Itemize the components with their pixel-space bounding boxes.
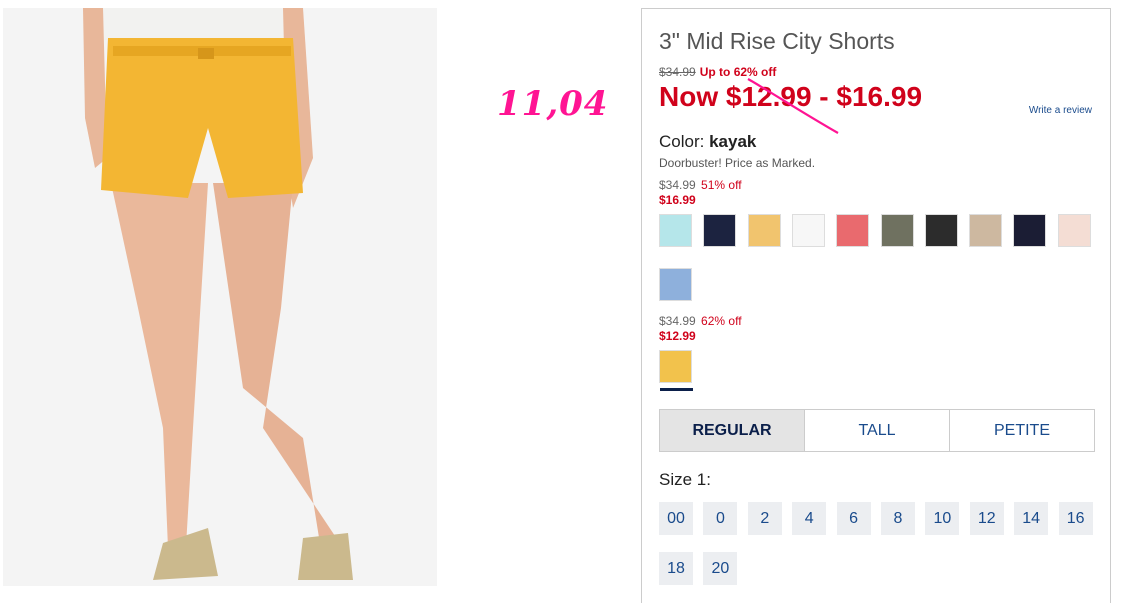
size-option-4[interactable]: 4 [792,502,827,535]
write-review-link[interactable]: Write a review [1029,105,1092,116]
color-label: Color: [659,132,705,151]
tab-tall[interactable]: TALL [804,410,949,451]
group-sale-price: $16.99 [659,193,696,207]
doorbuster-note: Doorbuster! Price as Marked. [659,156,816,170]
product-image [3,8,437,586]
swatch-light-aqua[interactable] [659,214,692,247]
tab-regular[interactable]: REGULAR [660,410,804,451]
original-price: $34.99 [659,65,696,79]
size-option-0[interactable]: 0 [703,502,738,535]
swatch-navy-pineapple[interactable] [703,214,737,247]
swatch-kayak[interactable] [659,350,693,391]
size-option-00[interactable]: 00 [659,502,693,535]
swatch-pink-floral[interactable] [1057,214,1091,247]
price-group-2: $34.99 62% off $12.99 [659,314,742,343]
tab-petite[interactable]: PETITE [949,410,1094,451]
size-option-18[interactable]: 18 [659,552,693,585]
group-discount: 51% off [701,178,742,192]
size-option-8[interactable]: 8 [881,502,915,535]
group-discount: 62% off [701,314,742,328]
size-option-14[interactable]: 14 [1014,502,1049,535]
swatch-sand-yellow[interactable] [747,214,781,247]
size-option-6[interactable]: 6 [836,502,871,535]
size-label: Size 1: [659,470,711,489]
fit-tabs: REGULAR TALL PETITE [659,409,1095,452]
swatch-white[interactable] [791,214,825,247]
product-details-panel: 3" Mid Rise City Shorts $34.99 Up to 62% … [641,8,1111,603]
swatch-blue-floral[interactable] [659,268,692,301]
group-sale-price: $12.99 [659,329,696,343]
swatch-olive[interactable] [880,214,914,247]
group-was-price: $34.99 [659,178,696,192]
color-line: Color: kayak [659,132,756,152]
product-title: 3" Mid Rise City Shorts [659,28,895,54]
swatch-khaki[interactable] [969,214,1003,247]
price-annotation: 11,04 [497,84,609,124]
size-option-16[interactable]: 16 [1058,502,1093,535]
size-option-2[interactable]: 2 [747,502,782,535]
strike-scribble [747,78,839,134]
size-option-20[interactable]: 20 [703,552,738,585]
size-option-10[interactable]: 10 [925,502,960,535]
size-option-12[interactable]: 12 [969,502,1004,535]
swatch-charcoal[interactable] [924,214,958,247]
group-was-price: $34.99 [659,314,696,328]
price-group-1: $34.99 51% off $16.99 [659,178,742,207]
color-name: kayak [709,132,757,151]
swatch-navy-dot[interactable] [1013,214,1047,247]
swatch-coral[interactable] [836,214,870,247]
